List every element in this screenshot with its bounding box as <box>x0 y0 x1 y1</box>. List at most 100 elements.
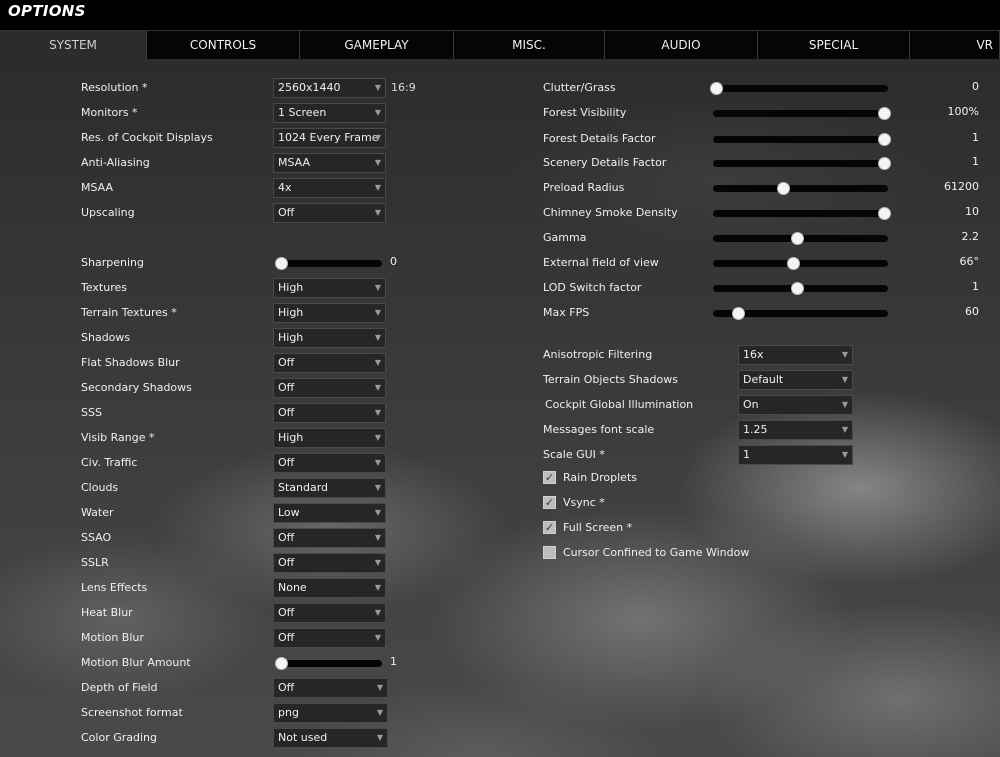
forest-visibility-slider-handle[interactable] <box>878 107 891 120</box>
depth-of-field-dropdown[interactable]: Off ▼ <box>273 678 388 698</box>
terrain-textures-dropdown[interactable]: High ▼ <box>273 303 386 323</box>
color-grading-dropdown[interactable]: Not used ▼ <box>273 728 388 748</box>
rain-droplets-label: Rain Droplets <box>563 471 637 484</box>
chevron-down-icon: ▼ <box>374 308 381 317</box>
chevron-down-icon: ▼ <box>374 558 381 567</box>
cockpit-displays-value: 1024 Every Frame <box>278 131 379 144</box>
tab-controls[interactable]: CONTROLS <box>147 31 300 59</box>
upscaling-dropdown[interactable]: Off ▼ <box>273 203 386 223</box>
lod-switch-slider-handle[interactable] <box>790 282 804 295</box>
sharpening-slider-track[interactable] <box>276 260 382 267</box>
external-fov-slider-track[interactable] <box>713 260 888 267</box>
clutter-grass-slider-handle[interactable] <box>710 82 723 95</box>
clutter-grass-slider-track[interactable] <box>713 85 888 92</box>
textures-dropdown[interactable]: High ▼ <box>273 278 386 298</box>
chimney-smoke-slider-track[interactable] <box>713 210 888 217</box>
setting-label-forest-details: Forest Details Factor <box>543 132 656 145</box>
tab-misc[interactable]: MISC. <box>454 31 605 59</box>
msaa-dropdown[interactable]: 4x ▼ <box>273 178 386 198</box>
cursor-confined-label: Cursor Confined to Game Window <box>563 546 750 559</box>
heat-blur-dropdown[interactable]: Off ▼ <box>273 603 386 623</box>
flat-shadows-blur-dropdown[interactable]: Off ▼ <box>273 353 386 373</box>
vsync-checkbox[interactable]: ✓ <box>543 496 556 509</box>
visib-range-value: High <box>278 431 304 444</box>
tab-system[interactable]: SYSTEM <box>0 31 147 59</box>
full-screen-checkbox[interactable]: ✓ <box>543 521 556 534</box>
color-grading-value: Not used <box>278 731 328 744</box>
anisotropic-dropdown[interactable]: 16x ▼ <box>738 345 853 365</box>
sslr-dropdown[interactable]: Off ▼ <box>273 553 386 573</box>
secondary-shadows-value: Off <box>278 381 295 394</box>
motion-blur-amount-value: 1 <box>390 655 397 668</box>
messages-font-scale-dropdown[interactable]: 1.25 ▼ <box>738 420 853 440</box>
setting-label-secondary-shadows: Secondary Shadows <box>81 381 192 394</box>
rain-droplets-checkbox[interactable]: ✓ <box>543 471 556 484</box>
ssao-dropdown[interactable]: Off ▼ <box>273 528 386 548</box>
max-fps-slider-handle[interactable] <box>731 307 745 320</box>
setting-label-visib-range: Visib Range * <box>81 431 155 444</box>
lens-effects-dropdown[interactable]: None ▼ <box>273 578 386 598</box>
sss-value: Off <box>278 406 295 419</box>
setting-label-chimney-smoke: Chimney Smoke Density <box>543 206 678 219</box>
gamma-slider-handle[interactable] <box>790 232 804 245</box>
resolution-dropdown[interactable]: 2560x1440 ▼ <box>273 78 386 98</box>
clouds-dropdown[interactable]: Standard ▼ <box>273 478 386 498</box>
gamma-value: 2.2 <box>961 230 980 243</box>
anti-aliasing-dropdown[interactable]: MSAA ▼ <box>273 153 386 173</box>
setting-label-ssao: SSAO <box>81 531 112 544</box>
tab-audio[interactable]: AUDIO <box>605 31 758 59</box>
monitors-dropdown[interactable]: 1 Screen ▼ <box>273 103 386 123</box>
anti-aliasing-value: MSAA <box>278 156 311 169</box>
secondary-shadows-dropdown[interactable]: Off ▼ <box>273 378 386 398</box>
shadows-value: High <box>278 331 304 344</box>
chimney-smoke-slider-handle[interactable] <box>878 207 891 220</box>
cockpit-gi-dropdown[interactable]: On ▼ <box>738 395 853 415</box>
scenery-details-slider-handle[interactable] <box>878 157 891 170</box>
chevron-down-icon: ▼ <box>841 375 848 384</box>
shadows-dropdown[interactable]: High ▼ <box>273 328 386 348</box>
forest-details-slider-track[interactable] <box>713 136 888 143</box>
scenery-details-slider-track[interactable] <box>713 160 888 167</box>
clutter-grass-value: 0 <box>972 80 979 93</box>
chevron-down-icon: ▼ <box>374 383 381 392</box>
screenshot-format-dropdown[interactable]: png ▼ <box>273 703 388 723</box>
civ-traffic-dropdown[interactable]: Off ▼ <box>273 453 386 473</box>
chevron-down-icon: ▼ <box>374 333 381 342</box>
chevron-down-icon: ▼ <box>374 533 381 542</box>
cursor-confined-checkbox[interactable] <box>543 546 556 559</box>
vsync-label: Vsync * <box>563 496 605 509</box>
preload-radius-slider-track[interactable] <box>713 185 888 192</box>
tab-special[interactable]: SPECIAL <box>758 31 910 59</box>
chevron-down-icon: ▼ <box>841 400 848 409</box>
visib-range-dropdown[interactable]: High ▼ <box>273 428 386 448</box>
clouds-value: Standard <box>278 481 329 494</box>
chevron-down-icon: ▼ <box>374 433 381 442</box>
cockpit-displays-dropdown[interactable]: 1024 Every Frame ▼ <box>273 128 386 148</box>
terrain-objects-shadows-dropdown[interactable]: Default ▼ <box>738 370 853 390</box>
sharpening-slider-handle[interactable] <box>275 257 288 270</box>
forest-details-slider-handle[interactable] <box>878 133 891 146</box>
setting-label-depth-of-field: Depth of Field <box>81 681 158 694</box>
chevron-down-icon: ▼ <box>374 158 381 167</box>
full-screen-label: Full Screen * <box>563 521 633 534</box>
cockpit-gi-value: On <box>743 398 759 411</box>
sss-dropdown[interactable]: Off ▼ <box>273 403 386 423</box>
chevron-down-icon: ▼ <box>374 183 381 192</box>
chevron-down-icon: ▼ <box>841 350 848 359</box>
chevron-down-icon: ▼ <box>374 483 381 492</box>
anisotropic-value: 16x <box>743 348 764 361</box>
setting-label-textures: Textures <box>81 281 127 294</box>
tab-vr[interactable]: VR <box>910 31 1000 59</box>
title-bar: OPTIONS <box>0 0 1000 30</box>
setting-label-heat-blur: Heat Blur <box>81 606 133 619</box>
tab-gameplay[interactable]: GAMEPLAY <box>300 31 454 59</box>
water-dropdown[interactable]: Low ▼ <box>273 503 386 523</box>
scale-gui-dropdown[interactable]: 1 ▼ <box>738 445 853 465</box>
setting-label-anisotropic: Anisotropic Filtering <box>543 348 653 361</box>
motion-blur-amount-slider-handle[interactable] <box>275 657 288 670</box>
forest-visibility-slider-track[interactable] <box>713 110 888 117</box>
motion-blur-dropdown[interactable]: Off ▼ <box>273 628 386 648</box>
setting-label-scenery-details: Scenery Details Factor <box>543 156 667 169</box>
aspect-ratio-text: 16:9 <box>391 81 416 94</box>
motion-blur-amount-slider-track[interactable] <box>276 660 382 667</box>
